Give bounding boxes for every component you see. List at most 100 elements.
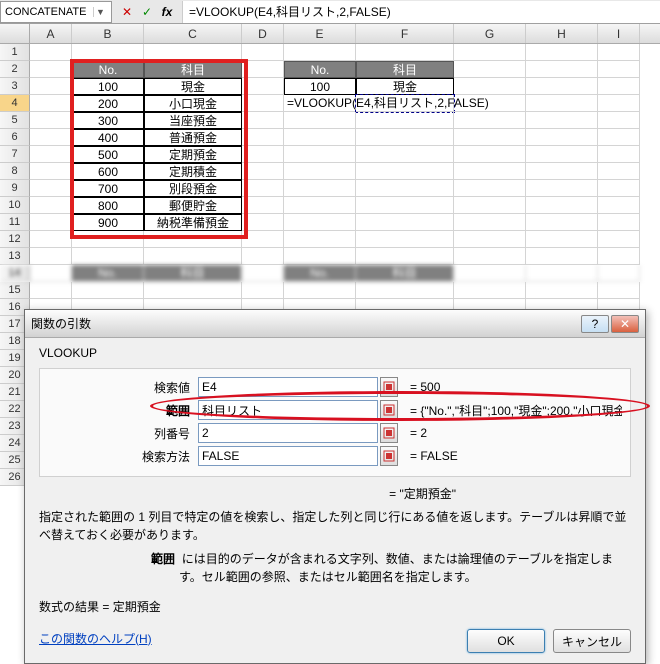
cell[interactable]: 科目 (144, 265, 242, 282)
range-selector-icon[interactable] (380, 423, 398, 443)
cell[interactable] (356, 112, 454, 129)
cell[interactable] (242, 231, 284, 248)
cell[interactable] (30, 197, 72, 214)
cell[interactable] (242, 248, 284, 265)
select-all-corner[interactable] (0, 24, 30, 43)
cell[interactable] (242, 163, 284, 180)
col-header-B[interactable]: B (72, 24, 144, 43)
cell[interactable] (144, 282, 242, 299)
cell[interactable] (598, 248, 640, 265)
cell[interactable] (526, 214, 598, 231)
cell[interactable] (242, 282, 284, 299)
cell[interactable] (454, 163, 526, 180)
cell[interactable] (356, 163, 454, 180)
cell[interactable] (144, 248, 242, 265)
cell[interactable] (526, 197, 598, 214)
cell[interactable] (526, 44, 598, 61)
cell[interactable] (30, 129, 72, 146)
dialog-help-button[interactable]: ? (581, 315, 609, 333)
cell[interactable] (30, 146, 72, 163)
cell[interactable] (30, 214, 72, 231)
cell[interactable] (356, 231, 454, 248)
cell[interactable] (526, 265, 598, 282)
row-header[interactable]: 15 (0, 282, 30, 299)
cell[interactable] (30, 78, 72, 95)
cell[interactable] (284, 231, 356, 248)
cell[interactable] (242, 44, 284, 61)
cell[interactable]: 700 (72, 180, 144, 197)
cell[interactable] (598, 214, 640, 231)
row-header[interactable]: 11 (0, 214, 30, 231)
cell[interactable] (598, 265, 640, 282)
cell[interactable] (242, 112, 284, 129)
cell[interactable]: 科目 (356, 265, 454, 282)
cell[interactable] (598, 197, 640, 214)
col-header-E[interactable]: E (284, 24, 356, 43)
row-header[interactable]: 13 (0, 248, 30, 265)
row-header[interactable]: 10 (0, 197, 30, 214)
fx-icon[interactable]: fx (158, 3, 176, 21)
cell[interactable]: No. (72, 61, 144, 78)
cell[interactable] (356, 282, 454, 299)
cell[interactable] (72, 231, 144, 248)
cell[interactable] (30, 231, 72, 248)
cell[interactable] (356, 129, 454, 146)
cell[interactable] (598, 61, 640, 78)
cell[interactable]: 500 (72, 146, 144, 163)
cell[interactable]: 科目 (144, 61, 242, 78)
cell[interactable] (30, 95, 72, 112)
cell[interactable]: No. (284, 265, 356, 282)
cell[interactable] (30, 112, 72, 129)
dialog-close-button[interactable]: ✕ (611, 315, 639, 333)
cell[interactable] (454, 265, 526, 282)
col-header-F[interactable]: F (356, 24, 454, 43)
cell[interactable] (30, 265, 72, 282)
cell[interactable] (284, 214, 356, 231)
cell[interactable] (30, 163, 72, 180)
cell[interactable] (356, 214, 454, 231)
cell[interactable]: 郵便貯金 (144, 197, 242, 214)
cell[interactable] (242, 95, 284, 112)
col-header-I[interactable]: I (598, 24, 640, 43)
col-header-G[interactable]: G (454, 24, 526, 43)
cell[interactable]: No. (72, 265, 144, 282)
cell[interactable] (454, 248, 526, 265)
cell[interactable] (356, 44, 454, 61)
cell[interactable] (242, 214, 284, 231)
arg-input[interactable]: 2 (198, 423, 378, 443)
cell[interactable] (454, 214, 526, 231)
cell[interactable]: 別段預金 (144, 180, 242, 197)
cell[interactable]: 定期預金 (144, 146, 242, 163)
col-header-H[interactable]: H (526, 24, 598, 43)
cell[interactable]: 納税準備預金 (144, 214, 242, 231)
cell[interactable] (526, 163, 598, 180)
cell[interactable]: 400 (72, 129, 144, 146)
cell[interactable] (242, 129, 284, 146)
cell[interactable] (72, 282, 144, 299)
cell[interactable]: 800 (72, 197, 144, 214)
cell[interactable] (30, 61, 72, 78)
cell[interactable] (242, 78, 284, 95)
cell[interactable]: 当座預金 (144, 112, 242, 129)
cell[interactable]: 現金 (144, 78, 242, 95)
cell[interactable] (284, 163, 356, 180)
row-header[interactable]: 1 (0, 44, 30, 61)
cell[interactable] (454, 282, 526, 299)
cell[interactable] (526, 78, 598, 95)
cell[interactable] (598, 231, 640, 248)
cell[interactable] (284, 44, 356, 61)
cell[interactable] (598, 95, 640, 112)
cell[interactable] (454, 129, 526, 146)
row-header[interactable]: 6 (0, 129, 30, 146)
cell[interactable]: 600 (72, 163, 144, 180)
row-header[interactable]: 14 (0, 265, 30, 282)
range-selector-icon[interactable] (380, 400, 398, 420)
cell[interactable] (356, 197, 454, 214)
cell[interactable] (454, 231, 526, 248)
cell[interactable] (242, 197, 284, 214)
cell[interactable]: 普通預金 (144, 129, 242, 146)
cell[interactable]: 900 (72, 214, 144, 231)
cell[interactable] (356, 180, 454, 197)
cell[interactable] (454, 180, 526, 197)
cell[interactable]: 小口現金 (144, 95, 242, 112)
